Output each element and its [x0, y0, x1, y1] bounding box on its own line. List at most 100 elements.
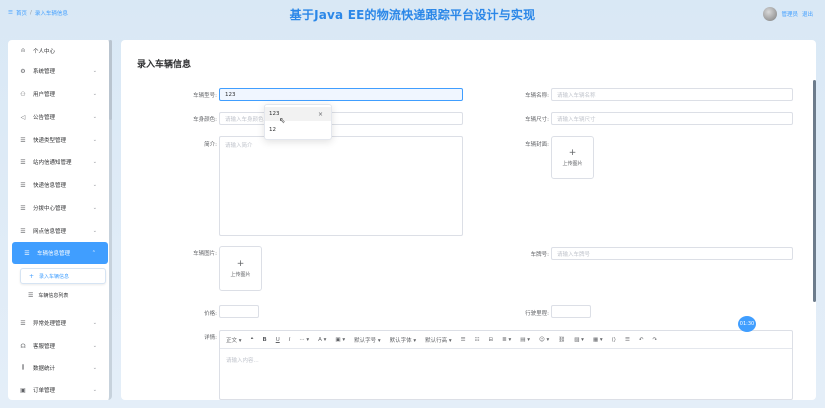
- sidebar-subitem-vehicle-list[interactable]: ☰ 车辆信息列表: [20, 287, 106, 303]
- sidebar-item-messages[interactable]: ☰ 站内信通知管理 ⌄: [8, 151, 109, 173]
- sidebar-item-users[interactable]: ⚇ 用户管理 ⌄: [8, 83, 109, 105]
- bullet-list-icon[interactable]: ☰: [461, 337, 466, 343]
- chevron-up-icon: ⌃: [91, 250, 96, 256]
- logout-link[interactable]: 退出: [802, 10, 813, 18]
- list-icon: ☰: [20, 204, 26, 212]
- editor-content[interactable]: 请输入内容...: [220, 349, 792, 371]
- main-scrollbar[interactable]: [813, 80, 816, 302]
- undo-icon[interactable]: ↶: [639, 337, 644, 343]
- mileage-input[interactable]: [551, 305, 591, 318]
- plate-input[interactable]: 请输入车牌号: [551, 247, 793, 260]
- plus-icon: +: [29, 272, 35, 280]
- numbered-list-icon[interactable]: ☷: [475, 337, 480, 343]
- page-title: 录入车辆信息: [137, 60, 192, 70]
- speaker-icon: ◁: [20, 113, 26, 121]
- autocomplete-option[interactable]: 12: [265, 123, 331, 137]
- name-input[interactable]: 请输入车辆名称: [551, 88, 793, 101]
- sidebar-item-customer-service[interactable]: ☊ 客服管理 ⌄: [8, 335, 109, 357]
- redo-icon[interactable]: ↷: [653, 337, 658, 343]
- avatar[interactable]: [763, 7, 778, 21]
- quote-icon[interactable]: ❝: [251, 337, 254, 343]
- price-label: 价格:: [204, 311, 217, 317]
- intro-textarea[interactable]: 请输入简介: [219, 136, 463, 236]
- photo-label: 车辆图片:: [193, 251, 217, 257]
- plate-label: 车牌号:: [530, 252, 549, 258]
- more-icon[interactable]: ··· ▾: [299, 337, 309, 343]
- sidebar-subitem-add-vehicle[interactable]: + 录入车辆信息: [20, 268, 106, 284]
- list-icon: ☰: [28, 291, 34, 299]
- sidebar-item-orders[interactable]: ▣ 订单管理 ⌄: [8, 379, 109, 400]
- photo-upload-label: 上传图片: [230, 271, 251, 278]
- chevron-down-icon: ⌄: [92, 343, 97, 349]
- rich-text-editor[interactable]: 正文 ▾ ❝ B U I ··· ▾ A ▾ ▣ ▾ 默认字号 ▾ 默认字体 ▾…: [219, 330, 793, 400]
- chevron-down-icon: ⌄: [92, 68, 97, 74]
- bold-icon[interactable]: B: [262, 337, 266, 343]
- gear-icon: ⚙: [20, 67, 26, 75]
- indent-icon[interactable]: ▤ ▾: [520, 337, 530, 343]
- sidebar-item-statistics[interactable]: ⫼ 数据统计 ⌄: [8, 357, 109, 379]
- autocomplete-dropdown: 123 × 12: [264, 104, 332, 140]
- chevron-down-icon: ⌄: [92, 320, 97, 326]
- cover-upload[interactable]: + 上传图片: [551, 136, 594, 179]
- todo-icon[interactable]: ⊟: [489, 337, 494, 343]
- emoji-icon[interactable]: ☺ ▾: [539, 337, 549, 343]
- intro-label: 简介:: [204, 142, 217, 148]
- chevron-down-icon: ⌄: [92, 159, 97, 165]
- photo-upload[interactable]: + 上传图片: [219, 246, 262, 291]
- line-height-select[interactable]: 默认行高 ▾: [425, 336, 452, 344]
- name-label: 车辆名称:: [525, 93, 549, 99]
- paragraph-style-button[interactable]: 正文 ▾: [226, 336, 242, 344]
- model-label: 车辆型号:: [193, 93, 217, 99]
- chevron-down-icon: ⌄: [92, 137, 97, 143]
- plus-icon: +: [568, 147, 577, 158]
- chevron-down-icon: ⌄: [92, 365, 97, 371]
- sidebar-item-announcements[interactable]: ◁ 公告管理 ⌄: [8, 106, 109, 128]
- align-icon[interactable]: ≣ ▾: [502, 337, 511, 343]
- model-input[interactable]: 123: [219, 88, 463, 101]
- sidebar-item-vehicles[interactable]: ☰ 车辆信息管理 ⌃: [12, 242, 108, 264]
- sidebar-item-exceptions[interactable]: ☰ 异常处理管理 ⌄: [8, 312, 109, 334]
- chevron-down-icon: ⌄: [92, 387, 97, 393]
- table-icon[interactable]: ▦ ▾: [593, 337, 603, 343]
- divider-icon[interactable]: ☰: [625, 337, 630, 343]
- timer-badge: 01:30: [738, 316, 756, 332]
- chart-icon: ⫼: [21, 364, 25, 371]
- user-area: 管理员 退出: [763, 7, 813, 21]
- code-icon[interactable]: ⟨⟩: [612, 337, 616, 343]
- top-bar: ☰ 首页 / 录入车辆信息 基于Java EE的物流快递跟踪平台设计与实现 管理…: [0, 0, 825, 28]
- chevron-down-icon: ⌄: [92, 114, 97, 120]
- color-input[interactable]: 请输入车身颜色: [219, 112, 463, 125]
- autocomplete-option[interactable]: 123 ×: [265, 107, 331, 121]
- user-icon: ⍝: [21, 47, 25, 54]
- mouse-cursor-icon: ⇖: [279, 116, 286, 125]
- font-size-select[interactable]: 默认字号 ▾: [354, 336, 381, 344]
- sidebar-item-distribution[interactable]: ☰ 分拨中心管理 ⌄: [8, 197, 109, 219]
- font-color-icon[interactable]: A ▾: [318, 337, 326, 343]
- sidebar-item-outlets[interactable]: ☰ 网点信息管理 ⌄: [8, 220, 109, 242]
- sidebar: ⍝ 个人中心 ⚙ 系统管理 ⌄ ⚇ 用户管理 ⌄ ◁ 公告管理 ⌄ ☰ 快递类型管理 ⌄ ☰ 站内信…: [8, 40, 112, 400]
- order-icon: ▣: [20, 386, 26, 394]
- sidebar-item-personal-center[interactable]: ⍝ 个人中心: [8, 40, 109, 62]
- link-icon[interactable]: ⛓: [558, 337, 565, 343]
- italic-icon[interactable]: I: [289, 337, 291, 343]
- font-family-select[interactable]: 默认字体 ▾: [390, 336, 417, 344]
- chevron-down-icon: ⌄: [92, 205, 97, 211]
- sidebar-scrollbar[interactable]: [109, 40, 112, 120]
- image-icon[interactable]: ▨ ▾: [574, 337, 584, 343]
- underline-icon[interactable]: U: [276, 337, 280, 343]
- background-color-icon[interactable]: ▣ ▾: [335, 337, 345, 343]
- size-input[interactable]: 请输入车辆尺寸: [551, 112, 793, 125]
- chevron-down-icon: ⌄: [92, 182, 97, 188]
- sidebar-item-system[interactable]: ⚙ 系统管理 ⌄: [8, 60, 109, 82]
- close-icon[interactable]: ×: [318, 111, 323, 118]
- username: 管理员: [781, 12, 798, 18]
- chevron-down-icon: ⌄: [92, 228, 97, 234]
- list-icon: ☰: [20, 319, 26, 327]
- list-icon: ☰: [24, 249, 30, 257]
- sidebar-item-express-info[interactable]: ☰ 快递信息管理 ⌄: [8, 174, 109, 196]
- sidebar-item-express-type[interactable]: ☰ 快递类型管理 ⌄: [8, 129, 109, 151]
- detail-label: 详情:: [204, 335, 217, 341]
- price-input[interactable]: [219, 305, 259, 318]
- plus-icon: +: [236, 258, 245, 269]
- color-label: 车身颜色:: [193, 117, 217, 123]
